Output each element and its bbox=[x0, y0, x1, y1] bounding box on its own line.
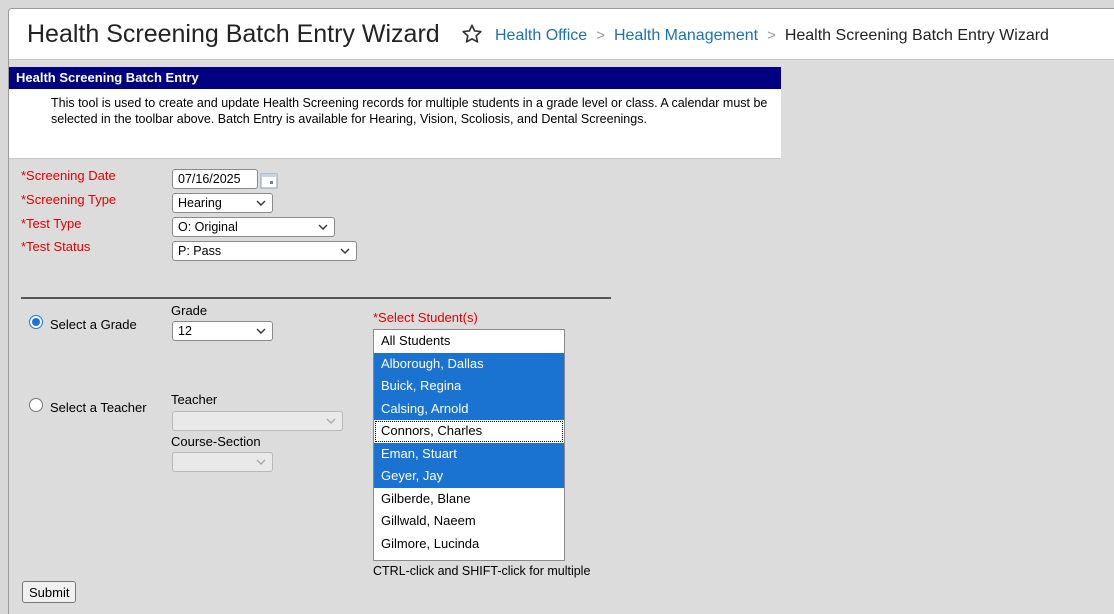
chevron-down-icon bbox=[256, 328, 266, 334]
multi-select-hint: CTRL-click and SHIFT-click for multiple bbox=[373, 564, 591, 578]
select-teacher-label[interactable]: Select a Teacher bbox=[50, 400, 147, 415]
student-option[interactable]: Buick, Regina bbox=[374, 375, 564, 398]
student-option[interactable]: Gilmore, Lucinda bbox=[374, 533, 564, 556]
chevron-down-icon bbox=[326, 418, 336, 424]
student-option[interactable]: Gillwald, Naeem bbox=[374, 510, 564, 533]
test-status-select[interactable]: P: Pass bbox=[172, 241, 357, 261]
student-listbox[interactable]: All Students Alborough, Dallas Buick, Regi… bbox=[373, 329, 565, 561]
panel-description: This tool is used to create and update H… bbox=[9, 89, 781, 159]
test-type-select[interactable]: O: Original bbox=[172, 217, 335, 237]
grade-value: 12 bbox=[178, 324, 192, 338]
student-option[interactable]: All Students bbox=[374, 330, 564, 353]
panel-title: Health Screening Batch Entry bbox=[9, 67, 781, 89]
submit-button[interactable]: Submit bbox=[22, 581, 76, 603]
student-option[interactable]: Geyer, Jay bbox=[374, 465, 564, 488]
student-option[interactable]: Eman, Stuart bbox=[374, 442, 564, 465]
test-type-label: *Test Type bbox=[21, 216, 82, 231]
student-option[interactable]: Connors, Charles bbox=[374, 420, 564, 443]
breadcrumb-separator-icon: > bbox=[596, 27, 605, 44]
course-section-label: Course-Section bbox=[171, 434, 261, 449]
page-title: Health Screening Batch Entry Wizard bbox=[27, 20, 440, 48]
course-section-select[interactable] bbox=[172, 452, 273, 472]
select-students-label: *Select Student(s) bbox=[373, 310, 478, 325]
teacher-label: Teacher bbox=[171, 392, 218, 407]
app-frame: Health Screening Batch Entry Wizard Heal… bbox=[8, 8, 1114, 614]
teacher-select[interactable] bbox=[172, 411, 343, 431]
select-grade-radio[interactable] bbox=[29, 315, 43, 329]
screening-date-label: *Screening Date bbox=[21, 168, 116, 183]
test-status-value: P: Pass bbox=[178, 244, 222, 258]
screening-date-input[interactable]: 07/16/2025 bbox=[172, 169, 258, 189]
batch-entry-panel: Health Screening Batch Entry This tool i… bbox=[9, 67, 781, 614]
student-option[interactable]: Calsing, Arnold bbox=[374, 397, 564, 420]
test-type-value: O: Original bbox=[178, 220, 238, 234]
grade-label: Grade bbox=[171, 303, 208, 318]
breadcrumb: Health Office > Health Management > Health S… bbox=[495, 27, 1049, 45]
test-status-label: *Test Status bbox=[21, 239, 91, 254]
student-option[interactable]: Gilberde, Blane bbox=[374, 488, 564, 511]
page-header: Health Screening Batch Entry Wizard Heal… bbox=[9, 9, 1114, 60]
calendar-icon[interactable] bbox=[259, 170, 279, 190]
select-teacher-radio[interactable] bbox=[29, 398, 43, 412]
select-grade-label[interactable]: Select a Grade bbox=[50, 317, 137, 332]
star-icon[interactable] bbox=[461, 23, 483, 45]
screening-type-value: Hearing bbox=[178, 196, 222, 210]
section-divider bbox=[21, 297, 611, 299]
chevron-down-icon bbox=[256, 459, 266, 465]
chevron-down-icon bbox=[256, 200, 266, 206]
screening-type-select[interactable]: Hearing bbox=[172, 193, 273, 213]
screening-type-label: *Screening Type bbox=[21, 192, 117, 207]
chevron-down-icon bbox=[340, 248, 350, 254]
breadcrumb-separator-icon: > bbox=[767, 27, 776, 44]
breadcrumb-health-management[interactable]: Health Management bbox=[614, 27, 758, 44]
breadcrumb-current: Health Screening Batch Entry Wizard bbox=[784, 27, 1049, 44]
grade-select[interactable]: 12 bbox=[172, 321, 273, 341]
chevron-down-icon bbox=[318, 224, 328, 230]
student-option[interactable]: Alborough, Dallas bbox=[374, 352, 564, 375]
breadcrumb-health-office[interactable]: Health Office bbox=[495, 27, 587, 44]
